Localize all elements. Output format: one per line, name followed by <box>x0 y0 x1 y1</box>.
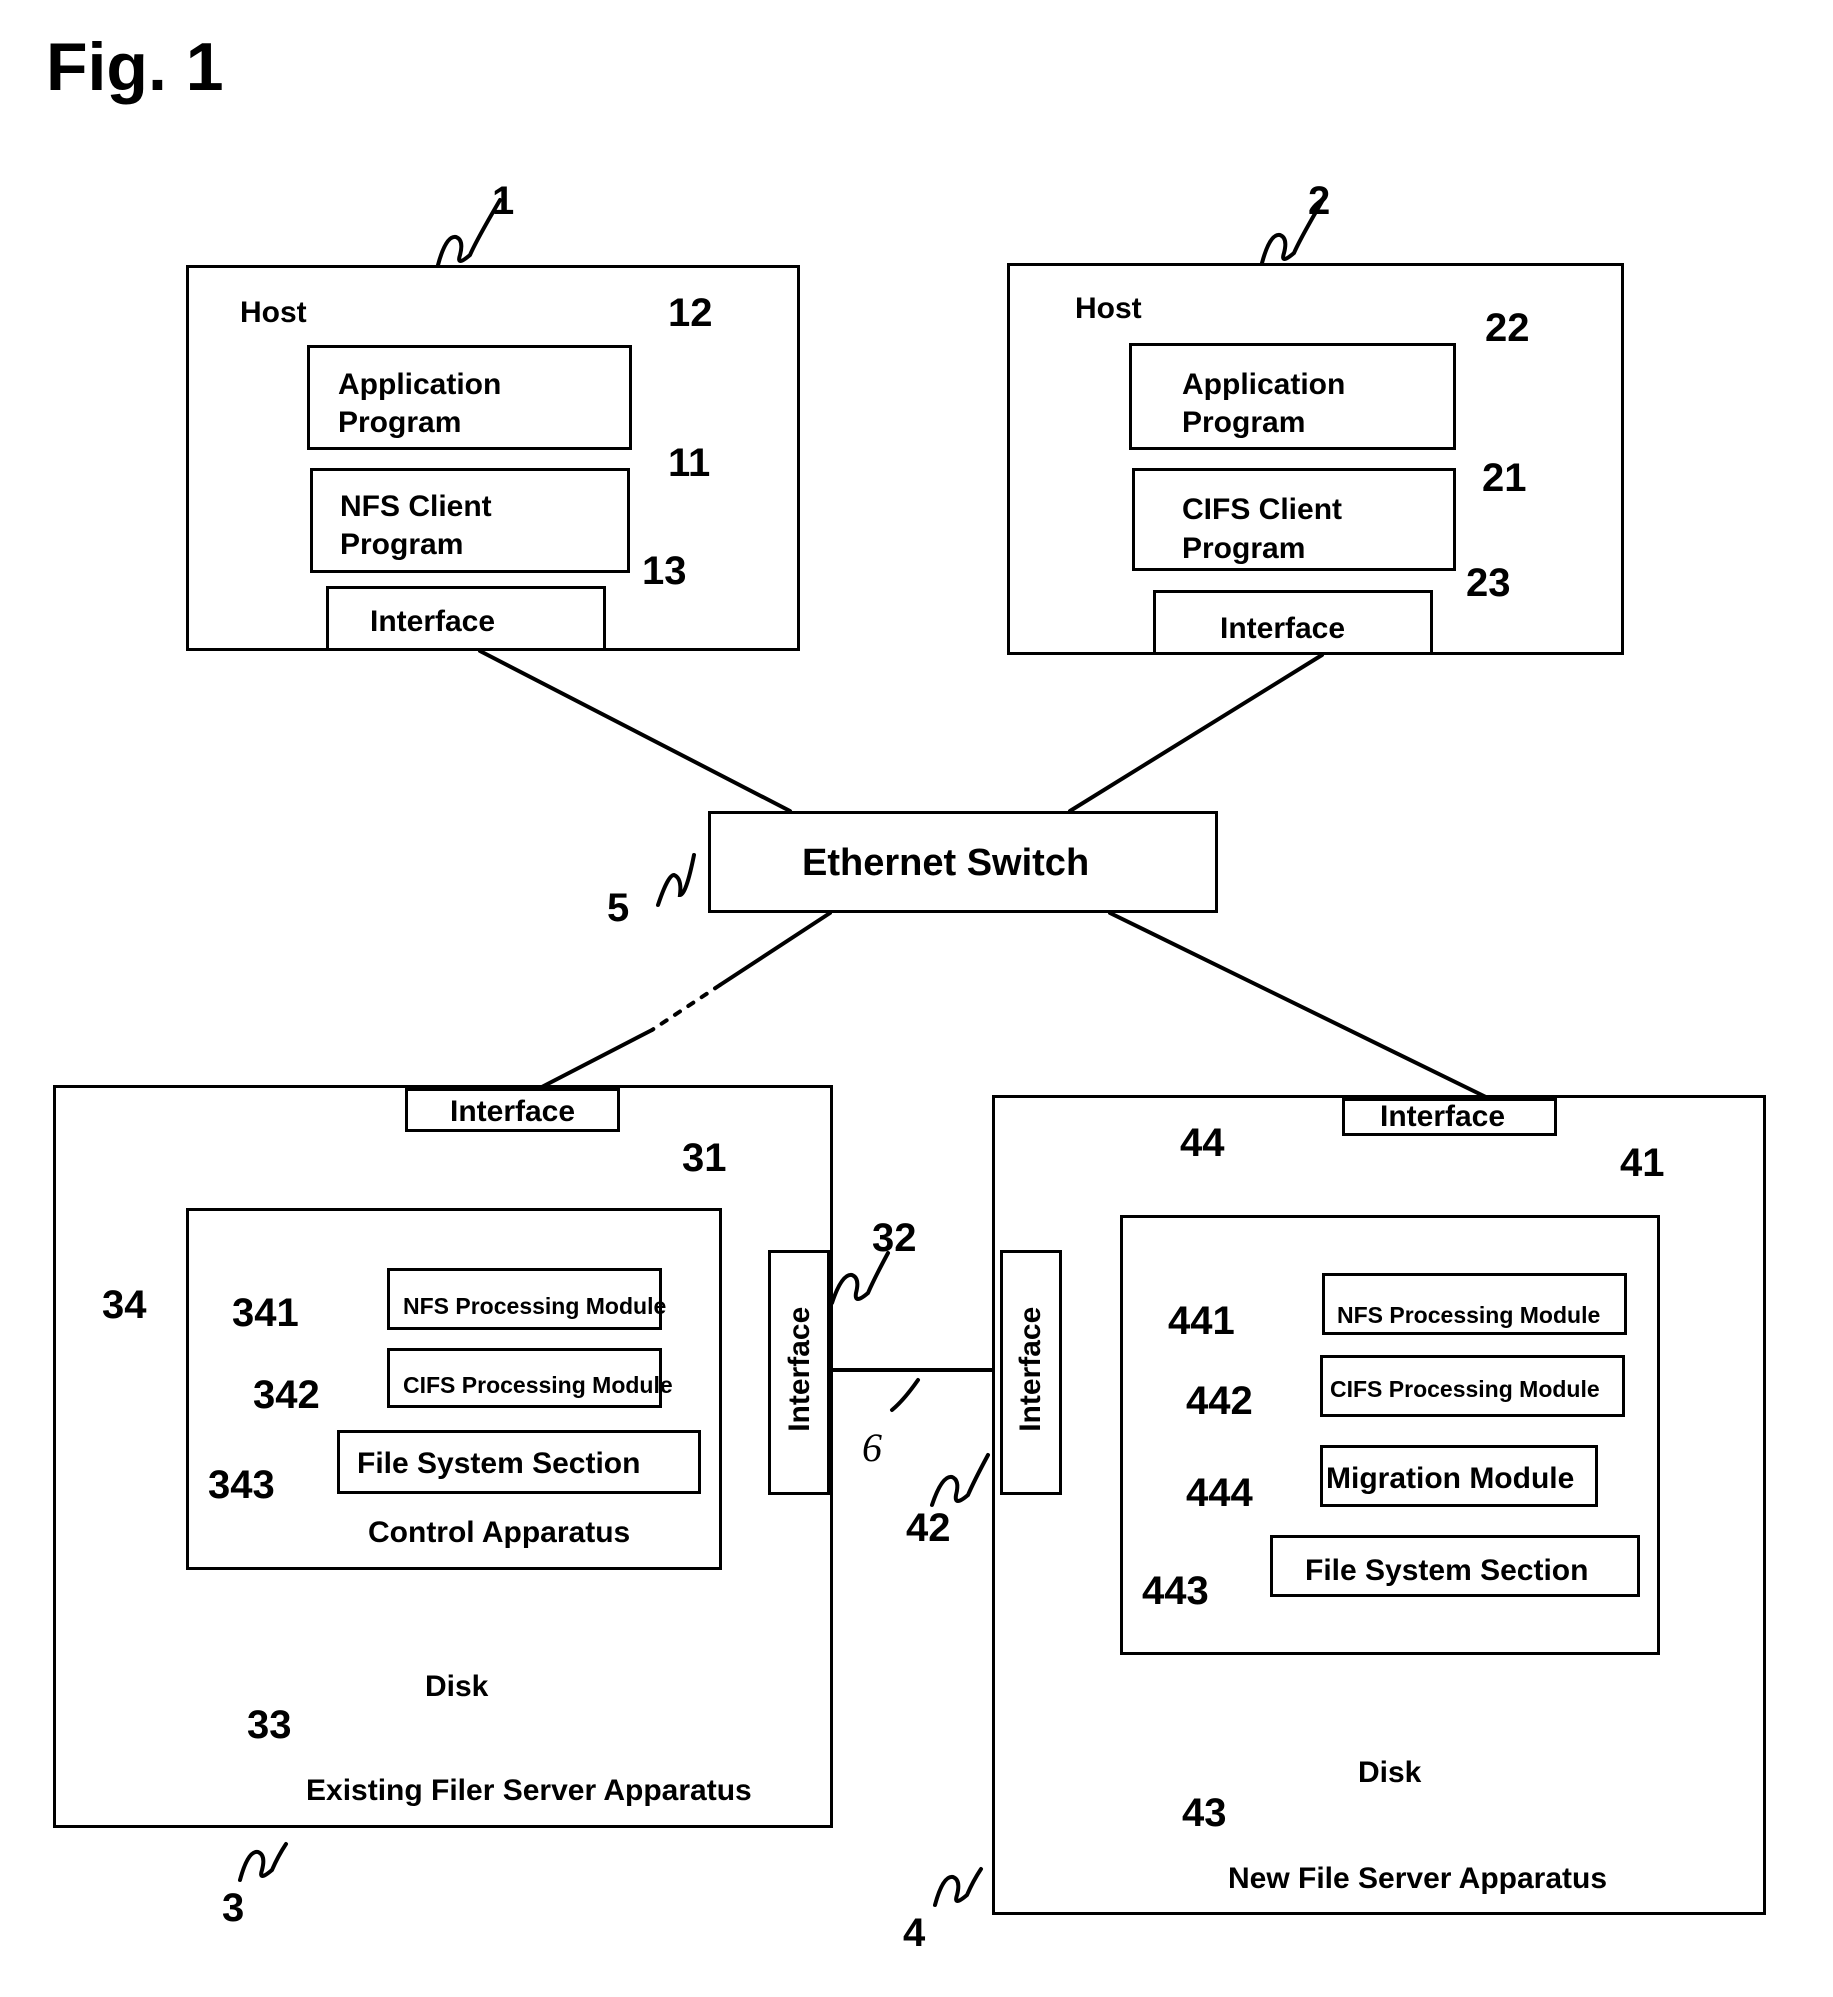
migration-module-label: Migration Module <box>1326 1462 1575 1495</box>
ref-13: 13 <box>642 549 687 593</box>
leader-6 <box>890 1378 920 1412</box>
existing-cifs-module-label: CIFS Processing Module <box>403 1372 673 1398</box>
leader-4 <box>933 1867 983 1907</box>
ref-44: 44 <box>1180 1121 1225 1165</box>
new-server-label: New File Server Apparatus <box>1228 1862 1608 1895</box>
ref-11: 11 <box>668 441 711 485</box>
existing-server-label: Existing Filer Server Apparatus <box>306 1774 752 1807</box>
ref-341: 341 <box>232 1291 299 1335</box>
ref-32: 32 <box>872 1216 917 1260</box>
existing-interface-side-label: Interface <box>782 1306 816 1432</box>
line-host1-switch <box>478 649 792 813</box>
leader-5 <box>656 853 696 907</box>
line-switch-existing-a <box>718 911 832 987</box>
ref-3: 3 <box>222 1886 245 1930</box>
ref-4: 4 <box>903 1911 926 1955</box>
host-1-client-line1: NFS Client <box>340 490 492 523</box>
ref-34: 34 <box>102 1283 147 1327</box>
ref-6: 6 <box>862 1425 882 1470</box>
host-2-app-line1: Application <box>1182 368 1346 401</box>
leader-1 <box>436 198 502 267</box>
existing-fs-section-label: File System Section <box>357 1447 641 1480</box>
figure-title: Fig. 1 <box>46 29 224 105</box>
host-1-client-line2: Program <box>340 528 464 561</box>
ref-22: 22 <box>1485 306 1530 350</box>
ethernet-switch-label: Ethernet Switch <box>802 842 1090 884</box>
ref-444: 444 <box>1186 1471 1253 1515</box>
ref-5: 5 <box>607 886 630 930</box>
ref-2: 2 <box>1308 179 1331 223</box>
host-1-app-line2: Program <box>338 406 462 439</box>
new-cifs-module-label: CIFS Processing Module <box>1330 1376 1600 1402</box>
ref-41: 41 <box>1620 1141 1665 1185</box>
ref-343: 343 <box>208 1463 275 1507</box>
control-apparatus-label: Control Apparatus <box>368 1516 631 1549</box>
new-fs-section-label: File System Section <box>1305 1554 1589 1587</box>
existing-nfs-module-label: NFS Processing Module <box>403 1293 667 1319</box>
new-interface-top-label: Interface <box>1380 1100 1506 1133</box>
existing-interface-top-label: Interface <box>450 1095 576 1128</box>
ref-12: 12 <box>668 291 713 335</box>
host-2-interface-label: Interface <box>1220 612 1346 645</box>
ref-441: 441 <box>1168 1299 1235 1343</box>
leader-3 <box>238 1842 288 1882</box>
ref-31: 31 <box>682 1136 727 1180</box>
ref-442: 442 <box>1186 1379 1253 1423</box>
dotted-gap <box>650 983 722 1032</box>
host-2-label: Host <box>1075 292 1142 325</box>
new-nfs-module-label: NFS Processing Module <box>1337 1302 1601 1328</box>
ref-23: 23 <box>1466 561 1511 605</box>
host-2-app-line2: Program <box>1182 406 1306 439</box>
new-disk-label: Disk <box>1358 1756 1422 1789</box>
ref-1: 1 <box>492 179 515 223</box>
line-host2-switch <box>1068 653 1324 813</box>
ref-43: 43 <box>1182 1791 1227 1835</box>
host-1-app-line1: Application <box>338 368 502 401</box>
host-2-client-line1: CIFS Client <box>1182 493 1343 526</box>
ref-33: 33 <box>247 1703 292 1747</box>
line-switch-new <box>1108 911 1494 1102</box>
ref-443: 443 <box>1142 1569 1209 1613</box>
ref-342: 342 <box>253 1373 320 1417</box>
host-2-client-line2: Program <box>1182 532 1306 565</box>
figure-canvas: Fig. 1 1 Host Application Program 12 NFS… <box>0 0 1833 1997</box>
line-switch-existing-b <box>534 1028 654 1092</box>
host-1-label: Host <box>240 296 307 329</box>
new-interface-side-label: Interface <box>1013 1306 1047 1432</box>
ref-42: 42 <box>906 1506 951 1550</box>
host-1-interface-label: Interface <box>370 605 496 638</box>
ref-21: 21 <box>1482 456 1527 500</box>
leader-42 <box>930 1453 990 1507</box>
existing-disk-label: Disk <box>425 1670 489 1703</box>
